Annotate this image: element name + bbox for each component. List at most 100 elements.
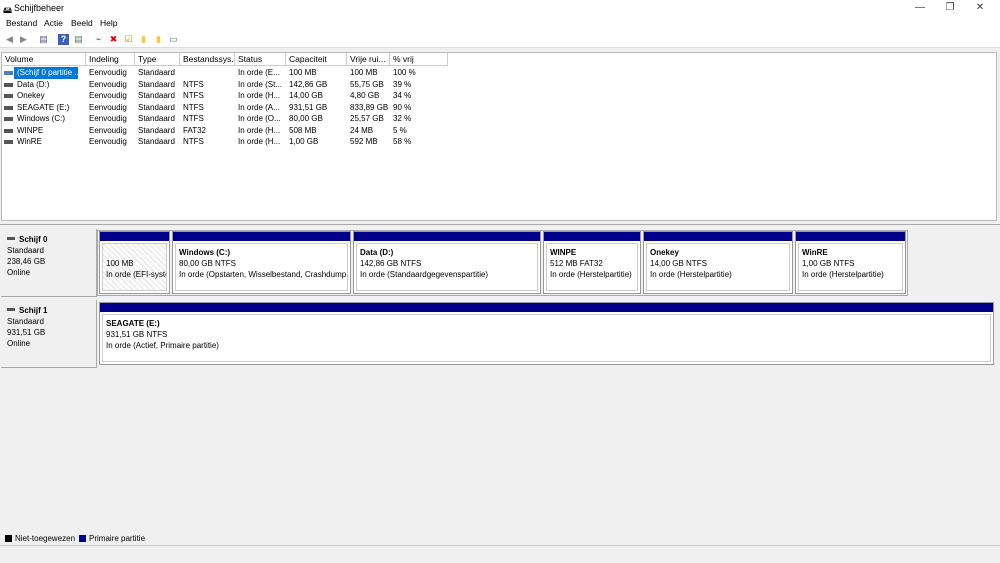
partition-size: 142,86 GB NTFS (360, 259, 422, 268)
partition-status: In orde (Standaardgegevenspartitie) (360, 270, 489, 279)
partition-data-d[interactable]: Data (D:) 142,86 GB NTFS In orde (Standaar… (353, 231, 541, 294)
table-cell: Standaard (138, 68, 175, 77)
partition-status: In orde (Herstelpartitie) (650, 270, 732, 279)
volume-list: Volume Indeling Type Bestandssys... Status Ca… (1, 52, 997, 221)
toolbar: ◀ ▶ ▤? ▤ ⌁ ✖ ☑ ▮ ▮ ▭ (0, 31, 1000, 48)
partition-size: 80,00 GB NTFS (179, 259, 236, 268)
disk-size: 931,51 GB (7, 328, 46, 337)
partition-name: Data (D:) (360, 248, 394, 257)
partition-efi[interactable]: 100 MB In orde (EFI-systee (99, 231, 170, 294)
folder-search-icon[interactable]: ▮ (153, 34, 164, 45)
back-arrow-icon[interactable]: ◀ (4, 34, 15, 45)
table-cell: 32 % (393, 114, 412, 123)
table-row[interactable]: WINPE Eenvoudig Standaard FAT32 In orde (H..… (2, 125, 448, 137)
partition-name: SEAGATE (E:) (106, 319, 160, 328)
column-header-1[interactable]: Indeling (86, 53, 135, 66)
table-cell: FAT32 (183, 125, 206, 135)
title-bar: 🖴 Schijfbeheer — ❐ ✕ (0, 0, 1000, 16)
minimize-button[interactable]: — (905, 1, 935, 15)
partition-status: In orde (Opstarten, Wisselbestand, Crash… (179, 270, 348, 279)
partition-status: In orde (Actief, Primaire partitie) (106, 341, 219, 350)
table-cell: Standaard (138, 102, 175, 112)
disk-1-label[interactable]: Schijf 1 Standaard 931,51 GB Online (1, 300, 97, 368)
partition-windows-c[interactable]: Windows (C:) 80,00 GB NTFS In orde (Opstar… (172, 231, 351, 294)
properties-pane-icon[interactable]: ▤ (73, 34, 84, 45)
table-cell: Standaard (138, 91, 175, 100)
partition-bar (173, 232, 350, 241)
column-header-4[interactable]: Status (235, 53, 286, 66)
column-header-0[interactable]: Volume (2, 53, 86, 66)
table-cell: Standaard (138, 137, 175, 146)
table-cell: NTFS (183, 102, 204, 112)
forward-arrow-icon[interactable]: ▶ (18, 34, 29, 45)
status-bar (0, 545, 1000, 563)
disk-icon (7, 308, 15, 311)
table-cell: WINPE (17, 125, 44, 135)
view-icon[interactable]: ▭ (168, 34, 179, 45)
console-tree-icon[interactable]: ▤ (38, 34, 49, 45)
legend-label: Niet-toegewezen (15, 534, 76, 543)
disk-size: 238,46 GB (7, 257, 46, 266)
column-header-2[interactable]: Type (135, 53, 180, 66)
delete-icon[interactable]: ✖ (108, 34, 119, 45)
column-header-6[interactable]: Vrije rui... (347, 53, 390, 66)
partition-onekey[interactable]: Onekey 14,00 GB NTFS In orde (Herstelparti… (643, 231, 793, 294)
partition-seagate-e[interactable]: SEAGATE (E:) 931,51 GB NTFS In orde (Actie… (99, 302, 994, 365)
table-row[interactable]: WinRE Eenvoudig Standaard NTFS In orde (H...… (2, 136, 448, 148)
volume-icon (4, 71, 13, 75)
disk-type: Standaard (7, 317, 44, 326)
table-cell: Standaard (138, 79, 175, 89)
menu-beeld[interactable]: Beeld (71, 18, 93, 28)
help-icon[interactable]: ? (58, 34, 69, 45)
partition-bar (100, 232, 169, 241)
partition-size: 512 MB FAT32 (550, 259, 603, 268)
table-cell: 25,57 GB (350, 114, 384, 123)
table-row[interactable]: SEAGATE (E:) Eenvoudig Standaard NTFS In ord… (2, 102, 448, 114)
table-cell: Eenvoudig (89, 114, 127, 123)
menu-actie[interactable]: Actie (44, 18, 63, 28)
table-cell: 592 MB (350, 137, 378, 146)
table-cell (180, 67, 235, 79)
partition-name: Windows (C:) (179, 248, 231, 257)
table-row[interactable]: Windows (C:) Eenvoudig Standaard NTFS In ord… (2, 113, 448, 125)
menu-bestand[interactable]: Bestand (6, 18, 37, 28)
disk-status: Online (7, 268, 31, 277)
volume-icon (4, 94, 13, 98)
partition-winpe[interactable]: WINPE 512 MB FAT32 In orde (Herstelpartiti… (543, 231, 641, 294)
disk-status: Online (7, 339, 31, 348)
volume-icon (4, 128, 13, 133)
table-row[interactable]: Onekey Eenvoudig Standaard NTFS In orde (H..… (2, 90, 448, 102)
table-cell: (Schijf 0 partitie ... (14, 67, 78, 79)
partition-name: Onekey (650, 248, 679, 257)
close-button[interactable]: ✕ (965, 1, 995, 15)
column-header-7[interactable]: % vrij (390, 53, 448, 66)
table-cell: 24 MB (350, 125, 374, 135)
table-row[interactable]: (Schijf 0 partitie ... Eenvoudig Standaard… (2, 67, 448, 79)
volume-icon (4, 82, 13, 87)
volume-icon (4, 105, 13, 110)
restore-button[interactable]: ❐ (935, 1, 965, 15)
connect-drive-icon[interactable]: ⌁ (93, 34, 104, 45)
table-cell: WinRE (17, 137, 42, 146)
table-cell: 100 MB (350, 68, 378, 77)
legend-item: Primaire partitie (79, 532, 145, 545)
menu-bar: Bestand Actie Beeld Help (0, 16, 1000, 31)
table-cell: NTFS (183, 137, 204, 146)
table-row[interactable]: Data (D:) Eenvoudig Standaard NTFS In orde (… (2, 79, 448, 91)
partition-winre[interactable]: WinRE 1,00 GB NTFS In orde (Herstelpartiti… (795, 231, 906, 294)
check-icon[interactable]: ☑ (123, 34, 134, 45)
table-cell: Eenvoudig (89, 91, 127, 100)
partition-bar (354, 232, 540, 241)
partition-name (106, 247, 163, 258)
column-header-3[interactable]: Bestandssys... (180, 53, 235, 66)
partition-body: Onekey 14,00 GB NTFS In orde (Herstelparti… (646, 243, 790, 291)
menu-help[interactable]: Help (100, 18, 117, 28)
disk-0-label[interactable]: Schijf 0 Standaard 238,46 GB Online (1, 229, 97, 297)
table-cell: 100 MB (289, 68, 317, 77)
disk-name-text: Schijf 1 (19, 306, 48, 315)
folder-up-icon[interactable]: ▮ (138, 34, 149, 45)
table-cell: 34 % (393, 91, 412, 100)
column-header-5[interactable]: Capaciteit (286, 53, 347, 66)
partition-status: In orde (EFI-systee (106, 270, 166, 279)
table-cell: 4,80 GB (350, 91, 380, 100)
